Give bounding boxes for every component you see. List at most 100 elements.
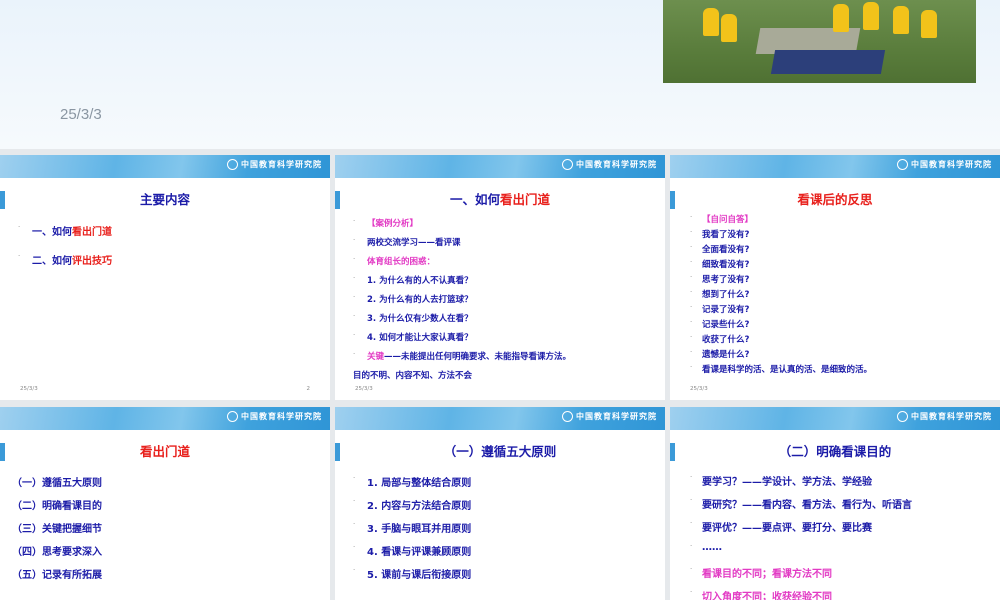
institute-logo: 中国教育科学研究院 <box>897 159 992 170</box>
slide-list-item: 想到了什么? <box>702 288 749 300</box>
text-segment: 要学习？——学设计、学方法、学经验 <box>702 477 872 488</box>
slide-title: 主要内容 <box>0 189 330 208</box>
logo-text: 中国教育科学研究院 <box>911 412 992 421</box>
text-segment: 要评优？——要点评、要打分、要比赛 <box>702 523 872 534</box>
slide-list-item: 要学习？——学设计、学方法、学经验 <box>702 473 872 488</box>
slide-list-item: 记录了没有? <box>702 303 749 315</box>
logo-emblem-icon <box>897 159 908 170</box>
logo-emblem-icon <box>562 159 573 170</box>
text-segment: 评出技巧 <box>72 256 112 267</box>
bullet-icon: · <box>18 223 21 231</box>
slide-photo <box>663 0 976 83</box>
slide-date: 25/3/3 <box>60 106 102 123</box>
slide-page-number: 2 <box>306 386 311 392</box>
slide-list-item: 3. 为什么仅有少数人在看？ <box>367 312 473 324</box>
text-segment: 看出门道 <box>72 227 112 238</box>
slide-list-item: 要评优？——要点评、要打分、要比赛 <box>702 519 872 534</box>
logo-text: 中国教育科学研究院 <box>576 160 657 169</box>
text-segment: ——未能提出任何明确要求、未能指导看课方法。 <box>384 352 572 362</box>
slide-list-item: 5. 课前与课后衔接原则 <box>367 566 471 581</box>
slide-list-item: 1. 局部与整体结合原则 <box>367 474 471 489</box>
slide-thumbnail[interactable]: 中国教育科学研究院 （二）明确看课目的 · 要学习？——学设计、学方法、学经验 · 要研究… <box>670 407 1000 600</box>
slide-thumbnail[interactable]: 中国教育科学研究院 看出门道 （一）遵循五大原则 （二）明确看课目的 （三）关键把握细节… <box>0 407 330 600</box>
slide-list-item: （四）思考要求深入 <box>12 543 102 558</box>
bullet-icon: · <box>353 331 356 339</box>
slide-list-item: 体育组长的困惑： <box>367 255 435 267</box>
text-segment: …… <box>702 542 722 553</box>
slide-list-item: 切入角度不同；收获经验不同 <box>702 588 832 600</box>
bullet-icon: · <box>690 565 693 573</box>
slide-date: 25/3/3 <box>20 386 38 392</box>
text-segment: 看出门道 <box>500 192 551 207</box>
slide-thumbnail[interactable]: 中国教育科学研究院 看课后的反思 · 【自问自答】 · 我看了没有? · 全面看没有? · 细致看… <box>670 155 1000 400</box>
slide-title: 看课后的反思 <box>670 189 1000 208</box>
text-segment: （一）遵循五大原则 <box>443 444 557 459</box>
text-segment: 记录了没有? <box>702 305 750 315</box>
logo-text: 中国教育科学研究院 <box>576 412 657 421</box>
institute-logo: 中国教育科学研究院 <box>227 159 322 170</box>
institute-logo: 中国教育科学研究院 <box>227 411 322 422</box>
slide-date: 25/3/3 <box>690 386 708 392</box>
bullet-icon: · <box>353 350 356 358</box>
slide-header-band: 中国教育科学研究院 <box>335 407 665 430</box>
text-segment: 体育组长的困惑： <box>367 257 436 267</box>
logo-emblem-icon <box>227 411 238 422</box>
text-segment: 【自问自答】 <box>702 215 754 225</box>
slide-thumbnail[interactable]: 中国教育科学研究院 一、如何看出门道 · 【案例分析】 · 两校交流学习——看评课 · 体育组… <box>335 155 665 400</box>
slide-list-item: 【自问自答】 <box>702 213 753 225</box>
institute-logo: 中国教育科学研究院 <box>562 159 657 170</box>
text-segment: （二）明确看课目的 <box>778 444 892 459</box>
bullet-icon: · <box>690 273 693 281</box>
logo-emblem-icon <box>227 159 238 170</box>
bullet-icon: · <box>353 543 356 551</box>
slide-list-item: （五）记录有所拓展 <box>12 566 102 581</box>
bullet-icon: · <box>353 255 356 263</box>
bullet-icon: · <box>353 497 356 505</box>
text-segment: 5. 课前与课后衔接原则 <box>367 570 472 581</box>
bullet-icon: · <box>353 520 356 528</box>
slide-list-item: 1. 为什么有的人不认真看？ <box>367 274 473 286</box>
slide-header-band: 中国教育科学研究院 <box>335 155 665 178</box>
text-segment: 2. 内容与方法结合原则 <box>367 501 472 512</box>
slide-thumbnail[interactable]: 中国教育科学研究院 主要内容 · 一、如何看出门道 · 二、如何评出技巧 25/3/3 2 <box>0 155 330 400</box>
slide-title: 一、如何看出门道 <box>335 189 665 208</box>
text-segment: 看课目的不同；看课方法不同 <box>702 569 832 580</box>
slide-header-band: 中国教育科学研究院 <box>0 155 330 178</box>
text-segment: 2. 为什么有的人去打篮球？ <box>367 295 473 305</box>
slide-list-item: 思考了没有? <box>702 273 749 285</box>
previous-slide-partial[interactable]: 25/3/3 <box>0 0 1000 149</box>
logo-text: 中国教育科学研究院 <box>241 160 322 169</box>
institute-logo: 中国教育科学研究院 <box>562 411 657 422</box>
text-segment: 主要内容 <box>139 192 190 207</box>
slide-list-item: 4. 如何才能让大家认真看？ <box>367 331 473 343</box>
slide-list-item: 4. 看课与评课兼顾原则 <box>367 543 471 558</box>
slide-list-item: 两校交流学习——看评课 <box>367 236 461 248</box>
logo-emblem-icon <box>897 411 908 422</box>
text-segment: 关键 <box>367 352 385 362</box>
bullet-icon: · <box>353 274 356 282</box>
slide-list-item: 要研究？——看内容、看方法、看行为、听语言 <box>702 496 912 511</box>
slide-title: （二）明确看课目的 <box>670 441 1000 460</box>
bullet-icon: · <box>690 288 693 296</box>
text-segment: 收获了什么? <box>702 335 750 345</box>
logo-text: 中国教育科学研究院 <box>911 160 992 169</box>
slide-list-item: 关键——未能提出任何明确要求、未能指导看课方法。 <box>367 350 571 362</box>
text-segment: 记录些什么? <box>702 320 750 330</box>
bullet-icon: · <box>690 333 693 341</box>
text-segment: 看出门道 <box>139 444 190 459</box>
bullet-icon: · <box>690 519 693 527</box>
slide-list-item: 2. 内容与方法结合原则 <box>367 497 471 512</box>
text-segment: 1. 局部与整体结合原则 <box>367 478 472 489</box>
bullet-icon: · <box>690 363 693 371</box>
bullet-icon: · <box>690 228 693 236</box>
bullet-icon: · <box>353 236 356 244</box>
text-segment: 二、如何 <box>32 256 72 267</box>
text-segment: 看课后的反思 <box>797 192 873 207</box>
slide-thumbnail[interactable]: 中国教育科学研究院 （一）遵循五大原则 · 1. 局部与整体结合原则 · 2. 内容与方法… <box>335 407 665 600</box>
slide-list-item: 目的不明、内容不知、方法不会 <box>353 369 472 381</box>
slide-list-item: …… <box>702 542 722 553</box>
slide-header-band: 中国教育科学研究院 <box>670 407 1000 430</box>
slide-list-item: 一、如何看出门道 <box>32 223 112 238</box>
text-segment: 要研究？——看内容、看方法、看行为、听语言 <box>702 500 912 511</box>
slide-date: 25/3/3 <box>355 386 373 392</box>
